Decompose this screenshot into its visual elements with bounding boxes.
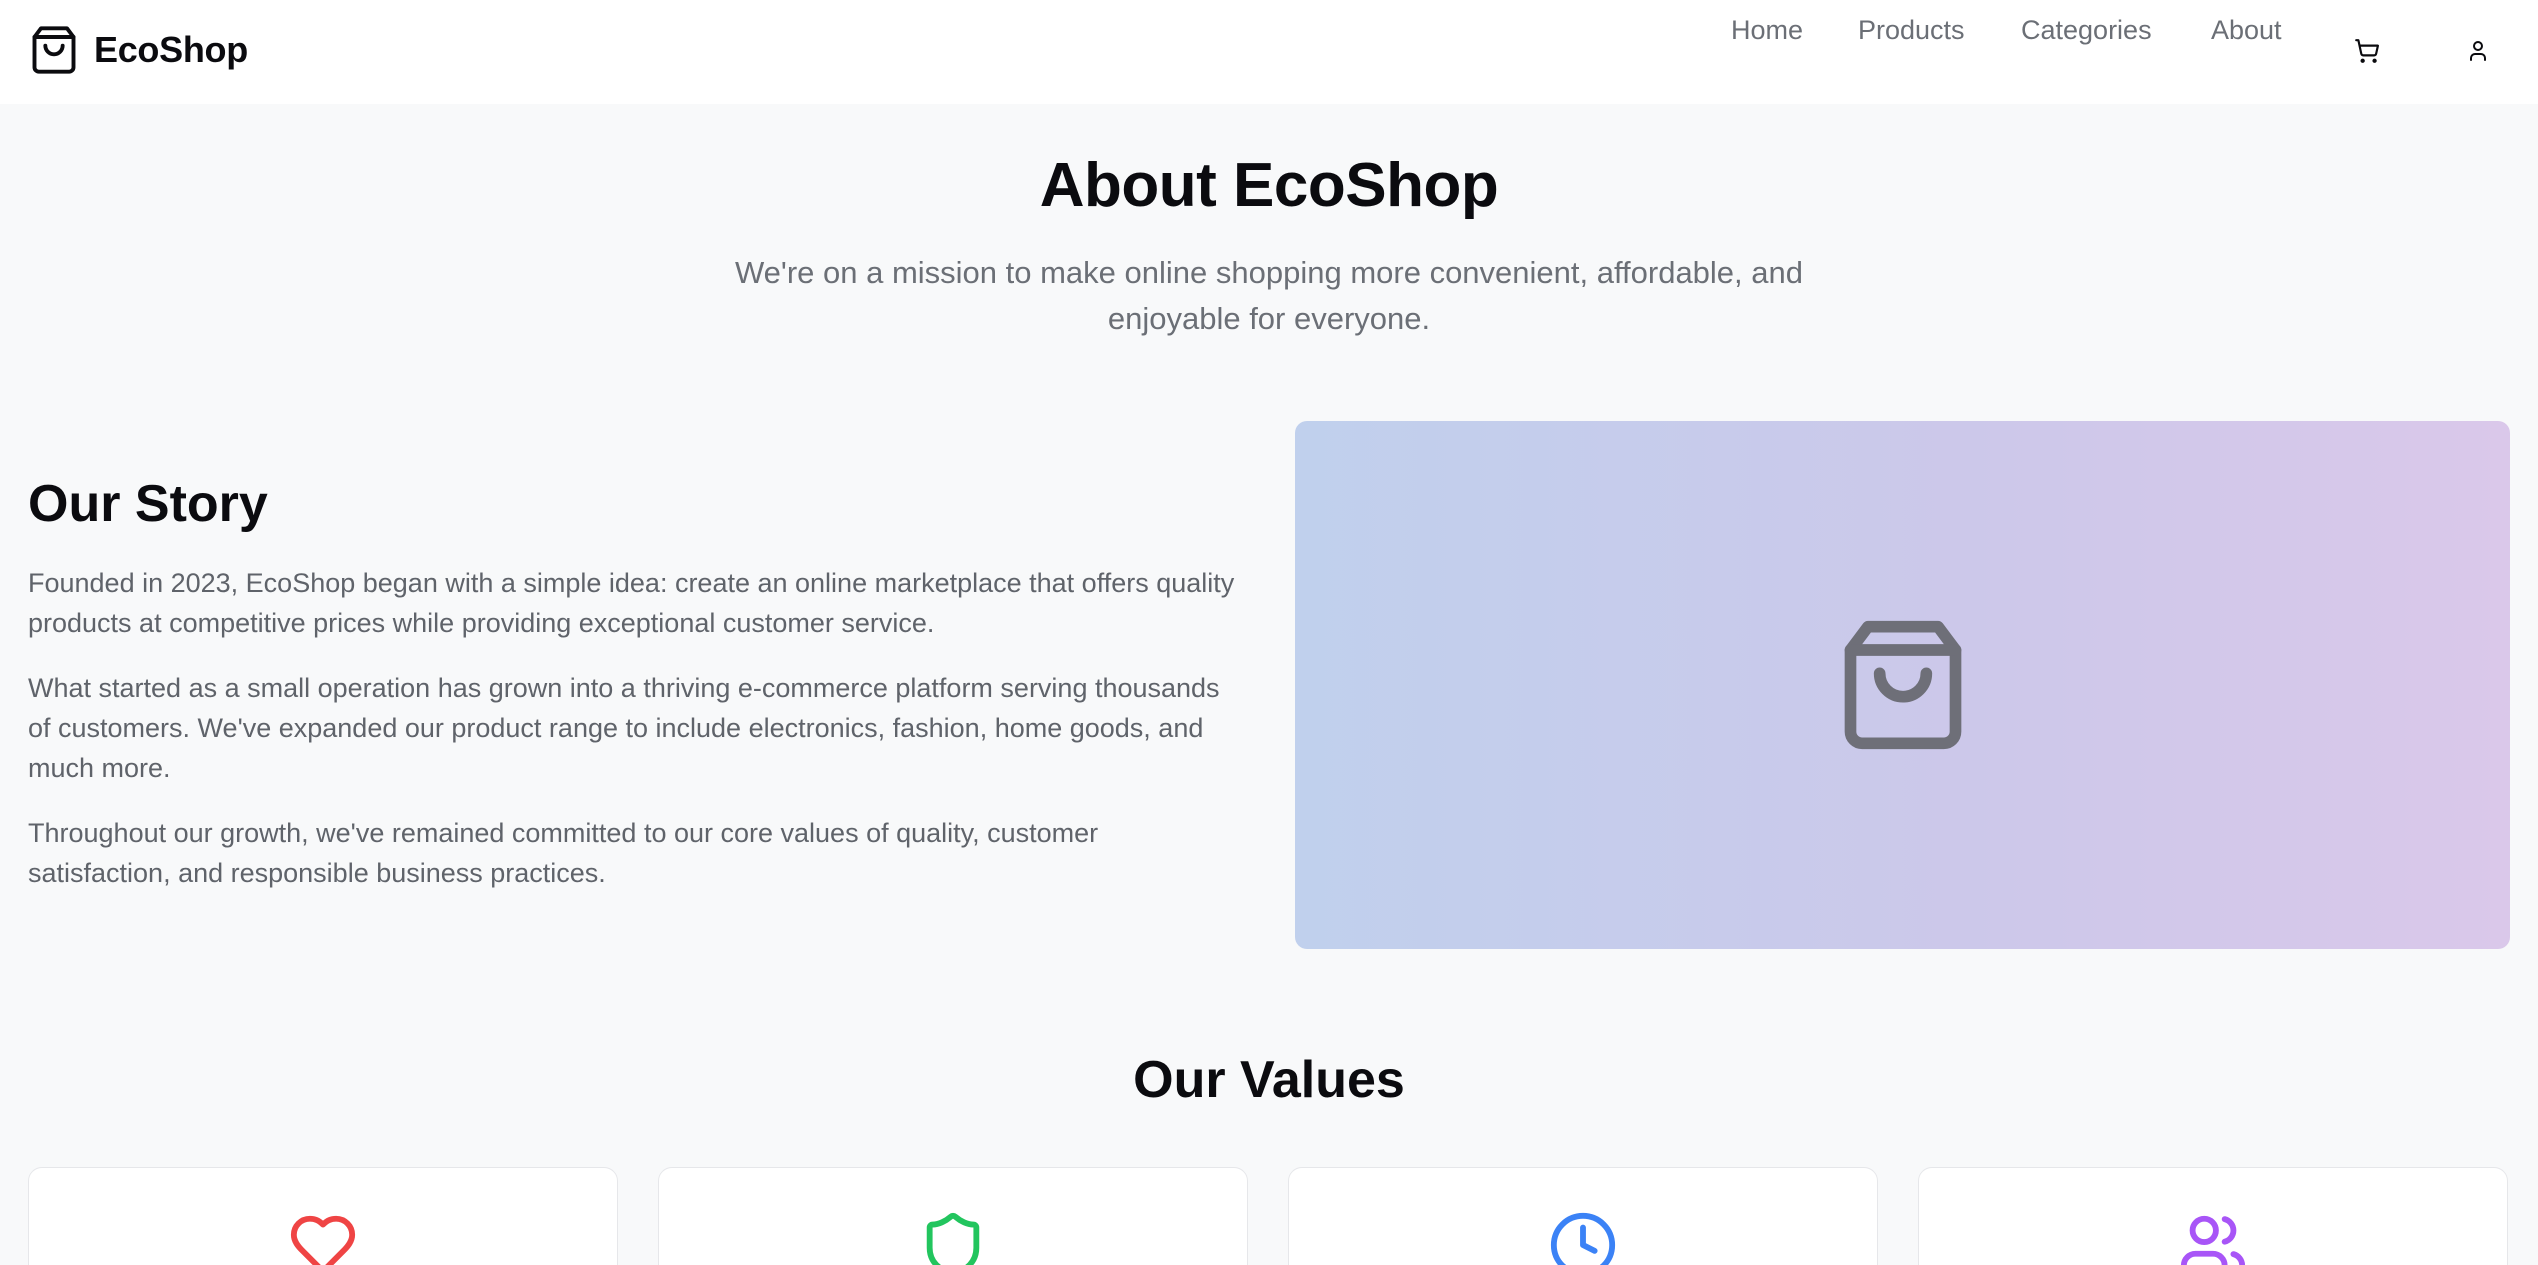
nav-link-products[interactable]: Products: [1858, 15, 1965, 46]
story-paragraph: Founded in 2023, EcoShop began with a si…: [28, 568, 1235, 638]
user-icon: [2470, 41, 2486, 61]
cart-button[interactable]: [2352, 36, 2382, 66]
value-card-community: [1918, 1167, 2508, 1265]
shield-icon: [926, 1212, 980, 1265]
story-paragraph: Throughout our growth, we've remained co…: [28, 818, 1099, 888]
page-subtitle: We're on a mission to make online shoppi…: [734, 255, 1804, 336]
heart-icon: [290, 1215, 356, 1265]
value-card-time: [1288, 1167, 1878, 1265]
story-image-panel: [1295, 421, 2510, 949]
brand-name: EcoShop: [94, 29, 248, 70]
brand-logo-link[interactable]: EcoShop: [28, 22, 248, 78]
nav-link-about[interactable]: About: [2211, 15, 2282, 46]
page-title: About EcoShop: [1039, 151, 1499, 220]
values-heading: Our Values: [1133, 1051, 1405, 1109]
users-icon: [2180, 1215, 2246, 1265]
site-header: EcoShop Home Products Categories About: [0, 0, 2538, 104]
value-card-quality: [28, 1167, 618, 1265]
shopping-bag-icon: [32, 26, 76, 74]
shopping-bag-icon: [1844, 620, 1961, 750]
nav-link-categories[interactable]: Categories: [2021, 15, 2152, 46]
story-heading: Our Story: [28, 475, 268, 533]
account-button[interactable]: [2463, 36, 2493, 66]
cart-icon: [2355, 39, 2380, 63]
story-paragraph: What started as a small operation has gr…: [28, 673, 1220, 783]
value-card-trust: [658, 1167, 1248, 1265]
nav-link-home[interactable]: Home: [1731, 15, 1803, 46]
clock-icon: [1550, 1212, 1616, 1265]
